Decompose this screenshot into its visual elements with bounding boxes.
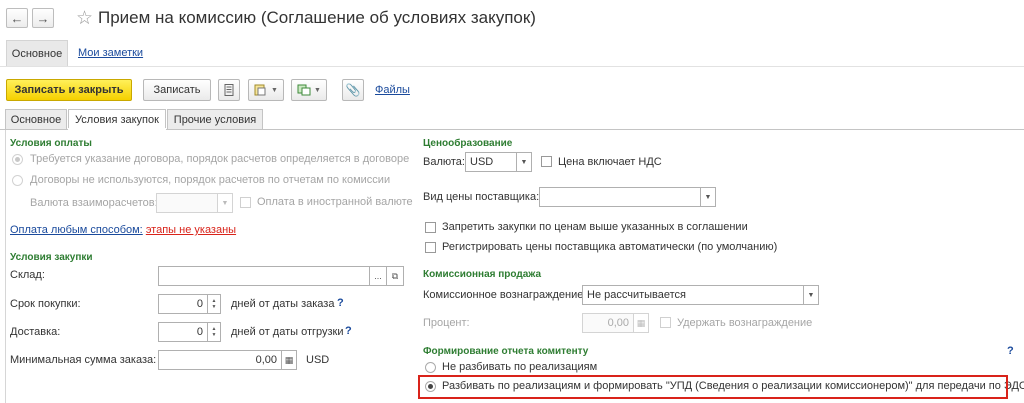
tab-main[interactable]: Основное	[5, 109, 67, 129]
calculator-icon: ▦	[636, 317, 646, 328]
withhold-reward-label: Удержать вознаграждение	[677, 317, 813, 329]
settlement-currency-field[interactable]	[156, 193, 218, 213]
document-icon	[224, 84, 234, 96]
chevron-down-icon: ▼	[221, 199, 229, 207]
price-type-dropdown[interactable]: ▼	[700, 187, 716, 207]
delivery-spinner[interactable]: ▲ ▼	[207, 322, 221, 342]
back-button[interactable]: ←	[6, 8, 28, 28]
no-split-radio[interactable]	[425, 362, 436, 373]
register-prices-checkbox[interactable]	[425, 242, 436, 253]
percent-field[interactable]: 0,00	[582, 313, 634, 333]
pricing-currency-label: Валюта:	[423, 156, 465, 168]
window-title: Прием на комиссию (Соглашение об условия…	[98, 8, 536, 27]
payment-option-reports-radio[interactable]	[12, 175, 23, 186]
price-type-label: Вид цены поставщика:	[423, 191, 540, 203]
register-prices-label: Регистрировать цены поставщика автоматич…	[442, 241, 778, 253]
forward-button[interactable]: →	[32, 8, 54, 28]
calculator-button[interactable]: ▦	[281, 350, 297, 370]
min-order-label: Минимальная сумма заказа:	[10, 354, 157, 366]
payment-option-reports-label: Договоры не используются, порядок расчет…	[30, 174, 391, 186]
spinner-down-icon: ▼	[211, 332, 217, 338]
pricing-currency-dropdown[interactable]: ▼	[516, 152, 532, 172]
chevron-down-icon: ▼	[314, 86, 321, 94]
panel-border-left	[5, 130, 6, 403]
commission-reward-field[interactable]: Не рассчитывается	[582, 285, 804, 305]
vat-included-checkbox[interactable]	[541, 156, 552, 167]
foreign-currency-checkbox[interactable]	[240, 197, 251, 208]
print-icon	[254, 84, 266, 96]
warehouse-label: Склад:	[10, 269, 45, 281]
percent-calculator-button[interactable]: ▦	[633, 313, 649, 333]
highlight-frame	[418, 375, 1008, 399]
arrow-left-icon: ←	[10, 10, 24, 26]
save-and-close-button[interactable]: Записать и закрыть	[6, 79, 132, 101]
delivery-suffix: дней от даты отгрузки	[231, 326, 344, 338]
payment-stages-warning[interactable]: этапы не указаны	[146, 224, 236, 236]
payment-option-contract-radio[interactable]	[12, 154, 23, 165]
chevron-down-icon: ▼	[704, 193, 712, 201]
no-split-label: Не разбивать по реализациям	[442, 361, 598, 373]
commission-reward-dropdown[interactable]: ▼	[803, 285, 819, 305]
purchase-term-suffix: дней от даты заказа	[231, 298, 335, 310]
purchase-term-field[interactable]: 0	[158, 294, 208, 314]
forbid-higher-prices-checkbox[interactable]	[425, 222, 436, 233]
chevron-down-icon: ▼	[520, 158, 528, 166]
foreign-currency-label: Оплата в иностранной валюте	[257, 196, 413, 208]
commission-section-title: Комиссионная продажа	[423, 269, 542, 280]
settlement-currency-dropdown[interactable]: ▼	[217, 193, 233, 213]
attach-button[interactable]: 📎	[342, 79, 364, 101]
print-menu-button[interactable]: ▼	[248, 79, 284, 101]
calculator-icon: ▦	[284, 354, 294, 365]
warehouse-select-button[interactable]: ...	[369, 266, 387, 286]
warehouse-open-button[interactable]: ⧉	[386, 266, 404, 286]
purchase-section-title: Условия закупки	[10, 252, 93, 263]
forbid-higher-prices-label: Запретить закупки по ценам выше указанны…	[442, 221, 748, 233]
files-link[interactable]: Файлы	[375, 84, 410, 96]
ellipsis-icon: ...	[374, 271, 382, 281]
payment-stages-row: Оплата любым способом: этапы не указаны	[10, 224, 236, 236]
star-icon[interactable]: ☆	[76, 7, 93, 30]
help-icon[interactable]: ?	[337, 297, 344, 309]
tab-purchase-conditions[interactable]: Условия закупок	[68, 109, 166, 130]
warehouse-field[interactable]	[158, 266, 370, 286]
purchase-term-label: Срок покупки:	[10, 298, 81, 310]
delivery-label: Доставка:	[10, 326, 61, 338]
help-icon[interactable]: ?	[345, 325, 352, 337]
my-notes-link[interactable]: Мои заметки	[78, 47, 143, 59]
chevron-down-icon: ▼	[271, 86, 278, 94]
payment-option-contract-label: Требуется указание договора, порядок рас…	[30, 153, 410, 165]
chevron-down-icon: ▼	[807, 291, 815, 299]
payment-section-title: Условия оплаты	[10, 138, 92, 149]
tab-other-conditions[interactable]: Прочие условия	[167, 109, 263, 129]
tab-active-gap	[68, 128, 166, 131]
payment-any-method-link[interactable]: Оплата любым способом:	[10, 224, 143, 236]
save-button[interactable]: Записать	[143, 79, 211, 101]
tab-main-top[interactable]: Основное	[6, 40, 68, 66]
settlement-currency-label: Валюта взаиморасчетов:	[30, 197, 158, 209]
min-order-currency: USD	[306, 354, 330, 366]
spinner-down-icon: ▼	[211, 304, 217, 310]
pricing-currency-field[interactable]: USD	[465, 152, 517, 172]
help-icon[interactable]: ?	[1007, 345, 1014, 357]
create-based-icon	[297, 84, 311, 96]
purchase-term-spinner[interactable]: ▲ ▼	[207, 294, 221, 314]
delivery-field[interactable]: 0	[158, 322, 208, 342]
report-button[interactable]	[218, 79, 240, 101]
arrow-right-icon: →	[36, 10, 50, 26]
withhold-reward-checkbox[interactable]	[660, 317, 671, 328]
divider	[0, 66, 1024, 67]
min-order-field[interactable]: 0,00	[158, 350, 282, 370]
commission-reward-label: Комиссионное вознаграждение:	[423, 289, 587, 301]
report-section-title: Формирование отчета комитенту	[423, 346, 589, 357]
open-icon: ⧉	[391, 270, 399, 281]
percent-label: Процент:	[423, 317, 470, 329]
pricing-section-title: Ценообразование	[423, 138, 513, 149]
vat-included-label: Цена включает НДС	[558, 156, 662, 168]
create-based-on-button[interactable]: ▼	[291, 79, 327, 101]
price-type-field[interactable]	[539, 187, 701, 207]
paperclip-icon: 📎	[345, 83, 361, 97]
